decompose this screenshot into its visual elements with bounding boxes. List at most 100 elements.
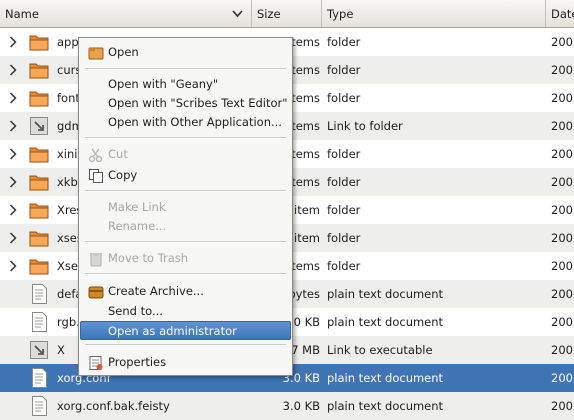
column-type-label: Type bbox=[327, 7, 354, 21]
menu-label-cut: Cut bbox=[108, 147, 128, 161]
column-name-header[interactable]: Name bbox=[0, 0, 252, 27]
file-date: 2006 bbox=[551, 147, 574, 161]
expander-arrow-icon[interactable] bbox=[9, 140, 23, 168]
link-icon bbox=[28, 339, 50, 361]
column-name-label: Name bbox=[5, 7, 39, 21]
menu-label-open: Open bbox=[108, 45, 139, 59]
file-date: 2007 bbox=[551, 91, 574, 105]
folder-icon bbox=[28, 171, 50, 193]
file-type: folder bbox=[327, 259, 361, 273]
open-folder-icon bbox=[88, 47, 104, 60]
file-date: 2006 bbox=[551, 287, 574, 301]
folder-icon bbox=[28, 143, 50, 165]
menu-item-copy[interactable]: Copy bbox=[80, 166, 291, 185]
file-type: plain text document bbox=[327, 287, 444, 301]
file-date: 2007 bbox=[551, 399, 574, 413]
file-date: 2007 bbox=[551, 35, 574, 49]
file-date: 2007 bbox=[551, 343, 574, 357]
file-date: 2007 bbox=[551, 63, 574, 77]
menu-separator bbox=[85, 190, 286, 192]
file-date: 2007 bbox=[551, 371, 574, 385]
file-type: plain text document bbox=[327, 371, 444, 385]
table-row[interactable]: xorg.conf.bak.feisty 3.0 KB plain text doc… bbox=[0, 392, 574, 420]
expander-arrow-icon[interactable] bbox=[9, 168, 23, 196]
file-date: 2007 bbox=[551, 231, 574, 245]
column-type-header[interactable]: Type bbox=[322, 0, 546, 27]
properties-icon bbox=[89, 356, 103, 370]
file-date: 2007 bbox=[551, 259, 574, 273]
expander-arrow-icon[interactable] bbox=[9, 112, 23, 140]
menu-label-properties: Properties bbox=[108, 355, 167, 369]
file-type: folder bbox=[327, 35, 361, 49]
doc-icon bbox=[28, 367, 50, 389]
file-type: folder bbox=[327, 231, 361, 245]
menu-item-send-to[interactable]: Send to... bbox=[80, 302, 291, 321]
doc-icon bbox=[28, 283, 50, 305]
column-date-label: Date bbox=[551, 7, 574, 21]
menu-item-open[interactable]: Open bbox=[80, 43, 291, 62]
menu-separator bbox=[85, 241, 286, 243]
file-type: folder bbox=[327, 63, 361, 77]
expander-arrow-icon[interactable] bbox=[9, 252, 23, 280]
menu-item-rename: Rename... bbox=[80, 217, 291, 236]
menu-item-create-archive[interactable]: Create Archive... bbox=[80, 282, 291, 301]
expander-arrow-icon[interactable] bbox=[9, 196, 23, 224]
file-type: folder bbox=[327, 203, 361, 217]
menu-label-copy: Copy bbox=[108, 168, 138, 182]
file-type: folder bbox=[327, 147, 361, 161]
folder-icon bbox=[28, 31, 50, 53]
file-type: folder bbox=[327, 91, 361, 105]
menu-item-make-link: Make Link bbox=[80, 198, 291, 217]
expander-arrow-icon[interactable] bbox=[9, 56, 23, 84]
menu-label-open-as-administrator: Open as administrator bbox=[108, 324, 237, 338]
file-type: Link to executable bbox=[327, 343, 433, 357]
menu-item-move-to-trash: Move to Trash bbox=[80, 249, 291, 268]
folder-icon bbox=[28, 59, 50, 81]
archive-icon bbox=[88, 286, 104, 299]
sort-chevron-icon[interactable] bbox=[232, 9, 243, 18]
expander-arrow-icon[interactable] bbox=[9, 224, 23, 252]
menu-item-open-with-other[interactable]: Open with Other Application... bbox=[80, 113, 291, 132]
menu-label-create-archive: Create Archive... bbox=[108, 284, 204, 298]
scissors-icon bbox=[88, 148, 103, 163]
trash-icon bbox=[90, 253, 102, 267]
menu-item-open-as-administrator[interactable]: Open as administrator bbox=[80, 321, 291, 340]
menu-label-open-with-scribes: Open with "Scribes Text Editor" bbox=[108, 96, 288, 110]
column-header: Name Size Type Date bbox=[0, 0, 574, 28]
context-menu: Open Open with "Geany" Open with "Scribe… bbox=[78, 37, 293, 376]
folder-icon bbox=[28, 227, 50, 249]
menu-label-make-link: Make Link bbox=[108, 200, 166, 214]
copy-icon bbox=[89, 169, 103, 183]
menu-label-open-with-geany: Open with "Geany" bbox=[108, 77, 219, 91]
menu-label-send-to: Send to... bbox=[108, 304, 163, 318]
expander-arrow-icon[interactable] bbox=[9, 84, 23, 112]
folder-icon bbox=[28, 255, 50, 277]
menu-label-open-with-other: Open with Other Application... bbox=[108, 115, 282, 129]
file-type: plain text document bbox=[327, 399, 444, 413]
column-size-header[interactable]: Size bbox=[252, 0, 322, 27]
menu-separator bbox=[85, 344, 286, 346]
folder-icon bbox=[28, 199, 50, 221]
file-type: folder bbox=[327, 175, 361, 189]
menu-item-open-with-scribes[interactable]: Open with "Scribes Text Editor" bbox=[80, 94, 291, 113]
file-type: Link to folder bbox=[327, 119, 403, 133]
file-date: 2007 bbox=[551, 175, 574, 189]
column-size-label: Size bbox=[257, 7, 281, 21]
menu-separator bbox=[85, 137, 286, 139]
file-type: plain text document bbox=[327, 315, 444, 329]
link-icon bbox=[28, 115, 50, 137]
expander-arrow-icon[interactable] bbox=[9, 28, 23, 56]
column-date-header[interactable]: Date bbox=[546, 0, 574, 27]
file-date: 2007 bbox=[551, 315, 574, 329]
file-name: xorg.conf.bak.feisty bbox=[57, 399, 170, 413]
menu-item-cut: Cut bbox=[80, 145, 291, 164]
menu-separator bbox=[85, 273, 286, 275]
menu-item-properties[interactable]: Properties bbox=[80, 353, 291, 372]
menu-item-open-with-geany[interactable]: Open with "Geany" bbox=[80, 75, 291, 94]
file-date: 2007 bbox=[551, 119, 574, 133]
menu-label-move-to-trash: Move to Trash bbox=[108, 251, 189, 265]
menu-label-rename: Rename... bbox=[108, 219, 167, 233]
file-date: 2007 bbox=[551, 203, 574, 217]
doc-icon bbox=[28, 311, 50, 333]
folder-icon bbox=[28, 87, 50, 109]
